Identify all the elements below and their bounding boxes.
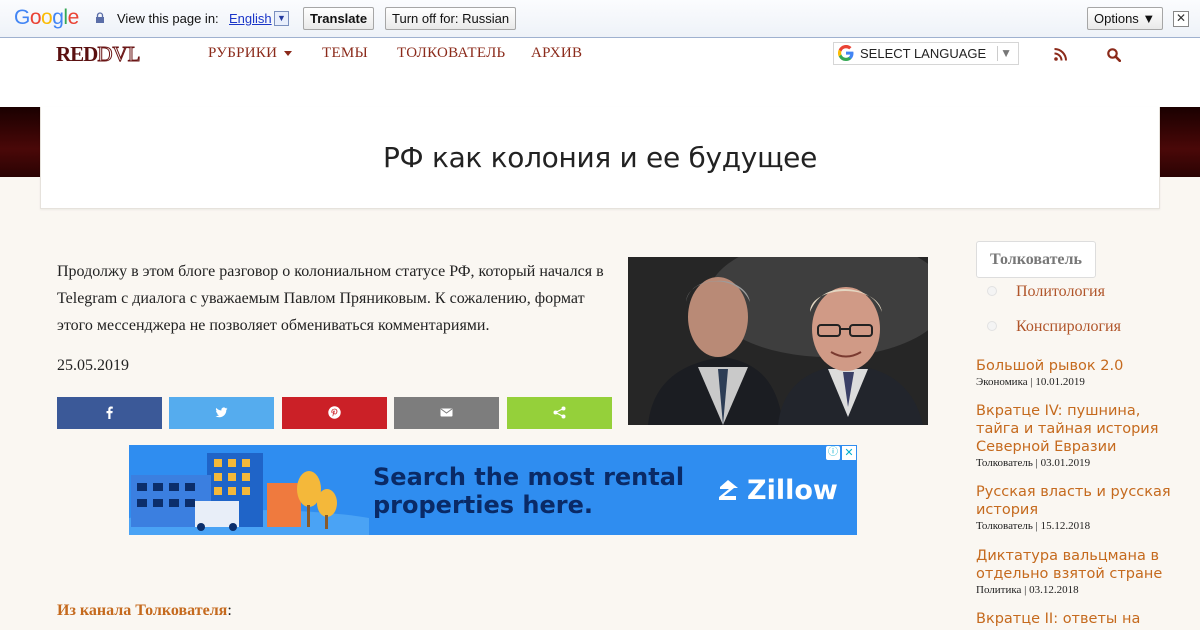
page-title: РФ как колония и ее будущее [382, 141, 818, 174]
sidebar-post-meta: Экономика | 10.01.2019 [976, 376, 1085, 388]
sidebar-post-meta: Политика | 03.12.2018 [976, 584, 1079, 596]
sidebar-post-title[interactable]: Диктатура вальцмана в отдельно взятой ст… [976, 547, 1176, 583]
sidebar-item-label: Конспирология [1016, 318, 1121, 335]
ad-illustration [129, 453, 369, 535]
google-translate-bar: Google View this page in: English ▼ Tran… [0, 0, 1200, 38]
select-language-dropdown[interactable]: SELECT LANGUAGE ▼ [833, 42, 1019, 65]
divider [997, 46, 998, 61]
options-button[interactable]: Options ▼ [1087, 7, 1163, 30]
ad-banner[interactable]: Search the most rental properties here. … [129, 445, 857, 535]
turn-off-button[interactable]: Turn off for: Russian [385, 7, 517, 30]
language-dropdown-icon[interactable]: ▼ [274, 11, 289, 26]
share-email-button[interactable] [394, 397, 499, 429]
article-photo [628, 257, 928, 425]
nav-arhiv[interactable]: АРХИВ [531, 45, 582, 62]
sidebar-post-title[interactable]: Русская власть и русская история [976, 483, 1176, 519]
select-language-label: SELECT LANGUAGE [860, 46, 987, 61]
site-logo[interactable]: REDDVL [56, 42, 141, 67]
bullet-icon [987, 286, 997, 296]
ad-info-icon[interactable]: ⓘ [826, 446, 840, 460]
share-sharethis-button[interactable] [507, 397, 612, 429]
share-twitter-button[interactable] [169, 397, 274, 429]
view-page-in-label: View this page in: [117, 11, 219, 26]
sidebar-post-meta: Толкователь | 15.12.2018 [976, 520, 1091, 532]
google-g-icon [838, 45, 854, 61]
logo-red: RED [56, 42, 98, 66]
ad-close-icon[interactable]: ✕ [842, 446, 856, 460]
nav-rubriki[interactable]: РУБРИКИ [208, 45, 293, 62]
sharethis-icon [553, 406, 566, 419]
zillow-wordmark: Zillow [747, 475, 838, 506]
close-icon[interactable]: ✕ [1173, 11, 1189, 27]
lock-icon [96, 12, 104, 23]
chevron-down-icon [284, 51, 293, 57]
sidebar-post[interactable]: Вкратце II: ответы на [976, 610, 1176, 628]
nav-rubriki-label: РУБРИКИ [208, 45, 278, 61]
sidebar-post-meta: Толкователь | 03.01.2019 [976, 457, 1091, 469]
channel-link[interactable]: Из канала Толкователя [57, 602, 227, 619]
share-pinterest-button[interactable] [282, 397, 387, 429]
sidebar-post[interactable]: Вкратце IV: пушнина, тайга и тайная исто… [976, 402, 1176, 469]
google-logo: Google [14, 6, 79, 29]
facebook-icon [106, 406, 113, 419]
sidebar-post-title[interactable]: Вкратце IV: пушнина, тайга и тайная исто… [976, 402, 1176, 456]
tag-tolkovatel-button[interactable]: Толкователь [976, 241, 1096, 278]
share-facebook-button[interactable] [57, 397, 162, 429]
ad-headline: Search the most rental properties here. [373, 463, 684, 519]
zillow-z-icon [719, 480, 738, 500]
ad-headline-line-1: Search the most rental [373, 463, 685, 491]
nav-tolkovatel[interactable]: ТОЛКОВАТЕЛЬ [397, 45, 505, 62]
rss-icon[interactable] [1054, 48, 1067, 61]
sidebar-post[interactable]: Большой рывок 2.0 Экономика | 10.01.2019 [976, 357, 1176, 388]
channel-suffix: : [227, 602, 232, 619]
sidebar-post-title[interactable]: Большой рывок 2.0 [976, 357, 1176, 375]
sidebar-item-label: Политология [1016, 283, 1105, 300]
sidebar-post-title[interactable]: Вкратце II: ответы на [976, 610, 1176, 628]
language-select[interactable]: English [229, 11, 272, 26]
twitter-icon [215, 407, 228, 418]
bullet-icon [987, 321, 997, 331]
email-icon [440, 408, 453, 417]
channel-line: Из канала Толкователя: [57, 602, 232, 620]
title-card: РФ как колония и ее будущее [40, 107, 1160, 209]
sidebar-post[interactable]: Русская власть и русская история Толкова… [976, 483, 1176, 532]
site-header [0, 38, 1200, 107]
zillow-logo: Zillow [719, 475, 838, 506]
search-icon[interactable] [1107, 48, 1121, 62]
article-intro: Продолжу в этом блоге разговор о колониа… [57, 263, 604, 334]
chevron-down-icon: ▼ [1000, 46, 1012, 60]
article-date: 25.05.2019 [57, 357, 129, 374]
nav-temy[interactable]: ТЕМЫ [322, 45, 368, 62]
sidebar-post[interactable]: Диктатура вальцмана в отдельно взятой ст… [976, 547, 1176, 596]
translate-button[interactable]: Translate [303, 7, 375, 30]
logo-dvl: DVL [97, 42, 141, 67]
pinterest-icon [328, 406, 341, 419]
ad-headline-line-2: properties here. [373, 491, 594, 519]
